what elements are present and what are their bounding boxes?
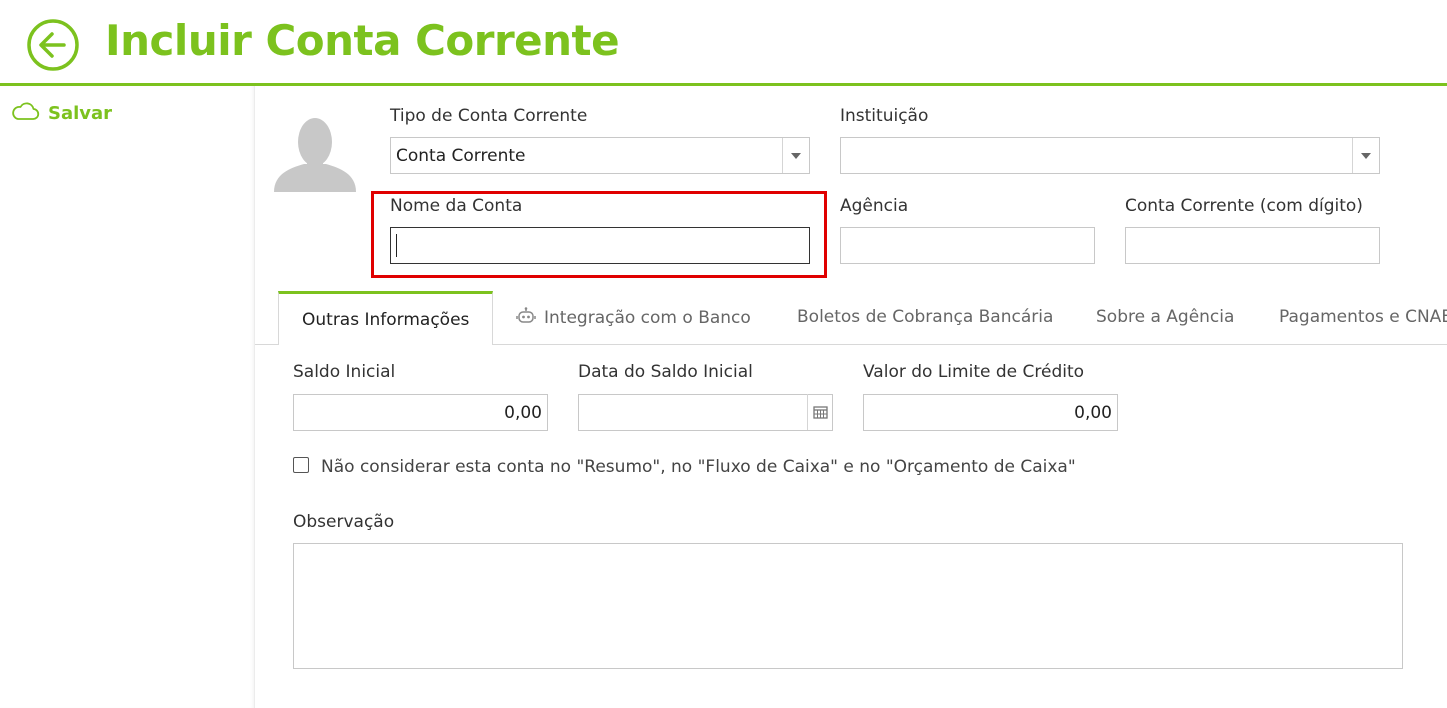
sidebar — [0, 86, 255, 708]
tab-integracao-banco[interactable]: Integração com o Banco — [516, 307, 751, 330]
nome-conta-input[interactable] — [390, 227, 810, 264]
nao-considerar-checkbox[interactable] — [293, 457, 309, 473]
instituicao-label: Instituição — [840, 106, 929, 126]
robot-icon — [516, 307, 536, 330]
avatar[interactable] — [272, 112, 358, 194]
tab-boletos-cobranca[interactable]: Boletos de Cobrança Bancária — [797, 307, 1053, 327]
calendar-icon[interactable] — [807, 394, 832, 430]
tab-label: Pagamentos e CNAB — [1279, 307, 1447, 327]
tab-label: Boletos de Cobrança Bancária — [797, 307, 1054, 327]
chevron-down-icon[interactable] — [782, 138, 809, 173]
limite-credito-label: Valor do Limite de Crédito — [863, 362, 1085, 382]
tab-sobre-agencia[interactable]: Sobre a Agência — [1096, 307, 1234, 327]
tab-outras-informacoes[interactable]: Outras Informações — [278, 291, 493, 345]
page-title: Incluir Conta Corrente — [105, 16, 620, 65]
text-caret — [396, 234, 397, 257]
limite-credito-input[interactable] — [863, 394, 1118, 431]
back-arrow-icon[interactable] — [26, 18, 80, 72]
data-saldo-label: Data do Saldo Inicial — [578, 362, 753, 382]
agencia-label: Agência — [840, 196, 909, 216]
nome-conta-label: Nome da Conta — [390, 196, 523, 216]
tab-label: Integração com o Banco — [544, 308, 751, 328]
page-header: Incluir Conta Corrente — [0, 0, 1447, 84]
instituicao-select[interactable] — [840, 137, 1380, 174]
conta-corrente-label: Conta Corrente (com dígito) — [1125, 196, 1363, 216]
observacao-textarea[interactable] — [293, 543, 1403, 669]
tipo-conta-select[interactable]: Conta Corrente — [390, 137, 810, 174]
cloud-icon — [10, 100, 40, 126]
chevron-down-icon[interactable] — [1352, 138, 1379, 173]
saldo-inicial-label: Saldo Inicial — [293, 362, 396, 382]
saldo-inicial-input[interactable] — [293, 394, 548, 431]
data-saldo-input[interactable] — [578, 394, 833, 431]
conta-corrente-input[interactable] — [1125, 227, 1380, 264]
tab-pagamentos-cnab[interactable]: Pagamentos e CNAB — [1279, 307, 1447, 327]
save-label: Salvar — [48, 102, 113, 124]
tipo-conta-value: Conta Corrente — [396, 146, 526, 166]
tab-label: Sobre a Agência — [1096, 307, 1235, 327]
observacao-label: Observação — [293, 512, 395, 532]
tipo-conta-label: Tipo de Conta Corrente — [390, 106, 588, 126]
agencia-input[interactable] — [840, 227, 1095, 264]
nao-considerar-label: Não considerar esta conta no "Resumo", n… — [321, 457, 1076, 477]
tab-label: Outras Informações — [302, 310, 470, 330]
save-button[interactable]: Salvar — [10, 100, 112, 126]
